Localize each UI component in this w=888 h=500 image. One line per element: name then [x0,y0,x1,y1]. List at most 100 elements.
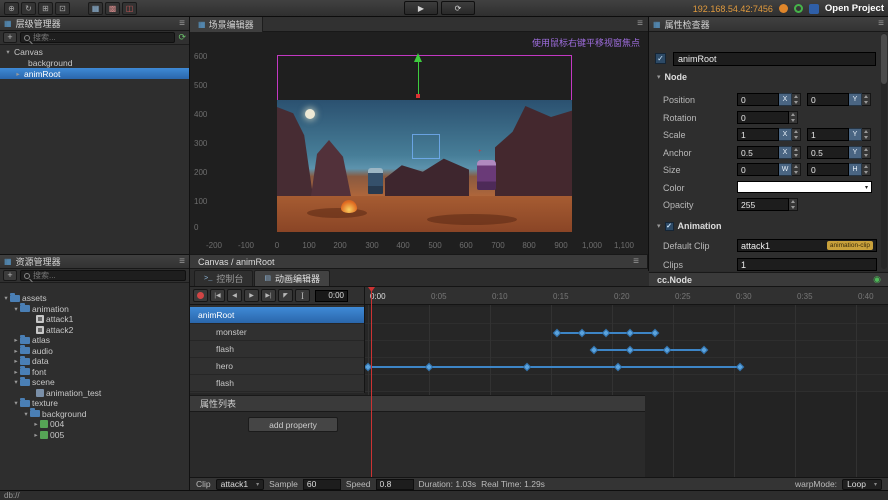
move-tool-button[interactable]: ⊕ [4,1,19,15]
position-x-input[interactable] [737,93,779,106]
pointer-mode-button[interactable]: ◤ [278,289,293,302]
tab-console[interactable]: >_ 控制台 [194,270,254,286]
jump-end-button[interactable]: ▶| [261,289,276,302]
expand-arrow-icon[interactable]: ▾ [4,48,12,56]
scale-tool-button[interactable]: ⊞ [38,1,53,15]
anchor-x-input[interactable] [737,146,779,159]
hierarchy-search-input[interactable] [33,33,172,42]
opacity-input[interactable] [737,198,789,211]
tab-animation-editor[interactable]: ▤ 动画编辑器 [254,270,331,286]
hierarchy-node-canvas[interactable]: ▾ Canvas [0,46,189,57]
play-animation-button[interactable]: ▶ [244,289,259,302]
expand-arrow-icon[interactable]: ▾ [22,410,30,418]
notification-badge-orange-icon[interactable] [778,4,788,13]
rect-tool-button[interactable]: ⊡ [55,1,70,15]
create-asset-button[interactable]: + [3,270,17,281]
grid-tool-button[interactable]: ▩ [105,1,120,15]
asset-attack1[interactable]: attack1 [0,314,189,325]
expand-arrow-icon[interactable]: ▾ [12,399,20,407]
clip-select[interactable]: attack1 ▾ [215,478,265,490]
panel-menu-icon[interactable]: ≡ [633,256,639,267]
stepper[interactable] [862,163,871,176]
asset-folder-scene[interactable]: ▾ scene [0,376,189,388]
asset-folder-background[interactable]: ▾ background [0,408,189,420]
sample-input[interactable] [302,478,341,490]
gizmo-origin-marker[interactable] [416,94,420,98]
hierarchy-node-animroot[interactable]: ▸ animRoot [0,68,189,79]
warpmode-select[interactable]: Loop ▾ [842,478,882,490]
scale-y-input[interactable] [807,128,849,141]
expand-arrow-icon[interactable]: ▸ [12,336,20,344]
track-animroot[interactable]: animRoot [190,307,364,324]
track-monster[interactable]: monster [190,324,364,341]
stepper[interactable] [789,198,798,211]
track-flash[interactable]: flash [190,341,364,358]
align-tool-button[interactable]: ▦ [88,1,103,15]
asset-image-005[interactable]: ▸ 005 [0,430,189,441]
size-h-input[interactable] [807,163,849,176]
stepper[interactable] [862,93,871,106]
expand-arrow-icon[interactable]: ▸ [12,368,20,376]
expand-arrow-icon[interactable]: ▸ [32,420,40,428]
asset-folder-animation[interactable]: ▾ animation [0,303,189,315]
color-swatch[interactable]: ▾ [737,181,872,193]
color-tool-button[interactable]: ◫ [122,1,137,15]
visibility-eye-icon[interactable]: ◉ [873,274,881,285]
hierarchy-search[interactable] [20,32,176,43]
record-button[interactable] [193,289,208,302]
step-back-button[interactable]: ◀ [227,289,242,302]
asset-animation-test[interactable]: animation_test [0,388,189,399]
hierarchy-node-background[interactable]: background [0,57,189,68]
node-name-input[interactable] [673,52,876,66]
current-time-input[interactable] [315,289,348,302]
assets-search[interactable] [20,270,186,281]
preview-url[interactable]: 192.168.54.42:7456 [693,4,773,14]
default-clip-field[interactable]: attack1 animation-clip [737,239,877,252]
scene-viewport[interactable]: 使用鼠标右键平移视窗焦点 600 500 400 300 200 100 0 -… [190,32,648,254]
expand-arrow-icon[interactable]: ▸ [12,357,20,365]
anchor-y-input[interactable] [807,146,849,159]
stepper[interactable] [862,128,871,141]
stepper[interactable] [792,128,801,141]
asset-image-004[interactable]: ▸ 004 [0,419,189,430]
create-node-button[interactable]: + [3,32,17,43]
panel-menu-icon[interactable]: ≡ [179,18,185,29]
asset-folder-assets[interactable]: ▾ assets [0,292,189,304]
asset-folder-audio[interactable]: ▸ audio [0,345,189,357]
stepper[interactable] [792,146,801,159]
stepper[interactable] [792,93,801,106]
scale-x-input[interactable] [737,128,779,141]
track-hero[interactable]: hero [190,358,364,375]
expand-arrow-icon[interactable]: ▸ [14,70,22,78]
notification-badge-green-icon[interactable] [793,4,803,13]
asset-folder-texture[interactable]: ▾ texture [0,397,189,409]
remove-component-icon[interactable]: × [702,221,708,232]
collapse-arrow-icon[interactable]: ▾ [657,73,661,81]
expand-arrow-icon[interactable]: ▸ [12,347,20,355]
rotation-input[interactable] [737,111,789,124]
panel-menu-icon[interactable]: ≡ [179,256,185,267]
size-w-input[interactable] [737,163,779,176]
node-section-header[interactable]: ▾ Node [657,72,687,82]
scrollbar-thumb[interactable] [881,34,887,84]
panel-menu-icon[interactable]: ≡ [637,19,643,29]
panel-menu-icon[interactable]: ≡ [878,19,884,29]
inspector-scrollbar[interactable] [881,33,887,269]
stepper[interactable] [792,163,801,176]
expand-arrow-icon[interactable]: ▸ [32,431,40,439]
play-button[interactable]: ▶ [404,1,438,15]
add-property-button[interactable]: add property [248,417,338,432]
timeline-ruler[interactable]: 0:00 0:05 0:10 0:15 0:20 0:25 0:30 0:35 … [365,287,888,305]
rotate-tool-button[interactable]: ↻ [21,1,36,15]
asset-attack2[interactable]: attack2 [0,325,189,336]
refresh-button[interactable]: ⟳ [441,1,475,15]
expand-arrow-icon[interactable]: ▾ [12,305,20,313]
asset-folder-font[interactable]: ▸ font [0,366,189,378]
timeline-playhead[interactable] [371,287,372,477]
stepper[interactable] [862,146,871,159]
expand-arrow-icon[interactable]: ▾ [2,294,10,302]
component-enabled-checkbox[interactable] [664,221,674,231]
sync-icon[interactable]: ⟳ [178,32,186,43]
speed-input[interactable] [375,478,414,490]
hero-sprite[interactable] [368,168,383,194]
